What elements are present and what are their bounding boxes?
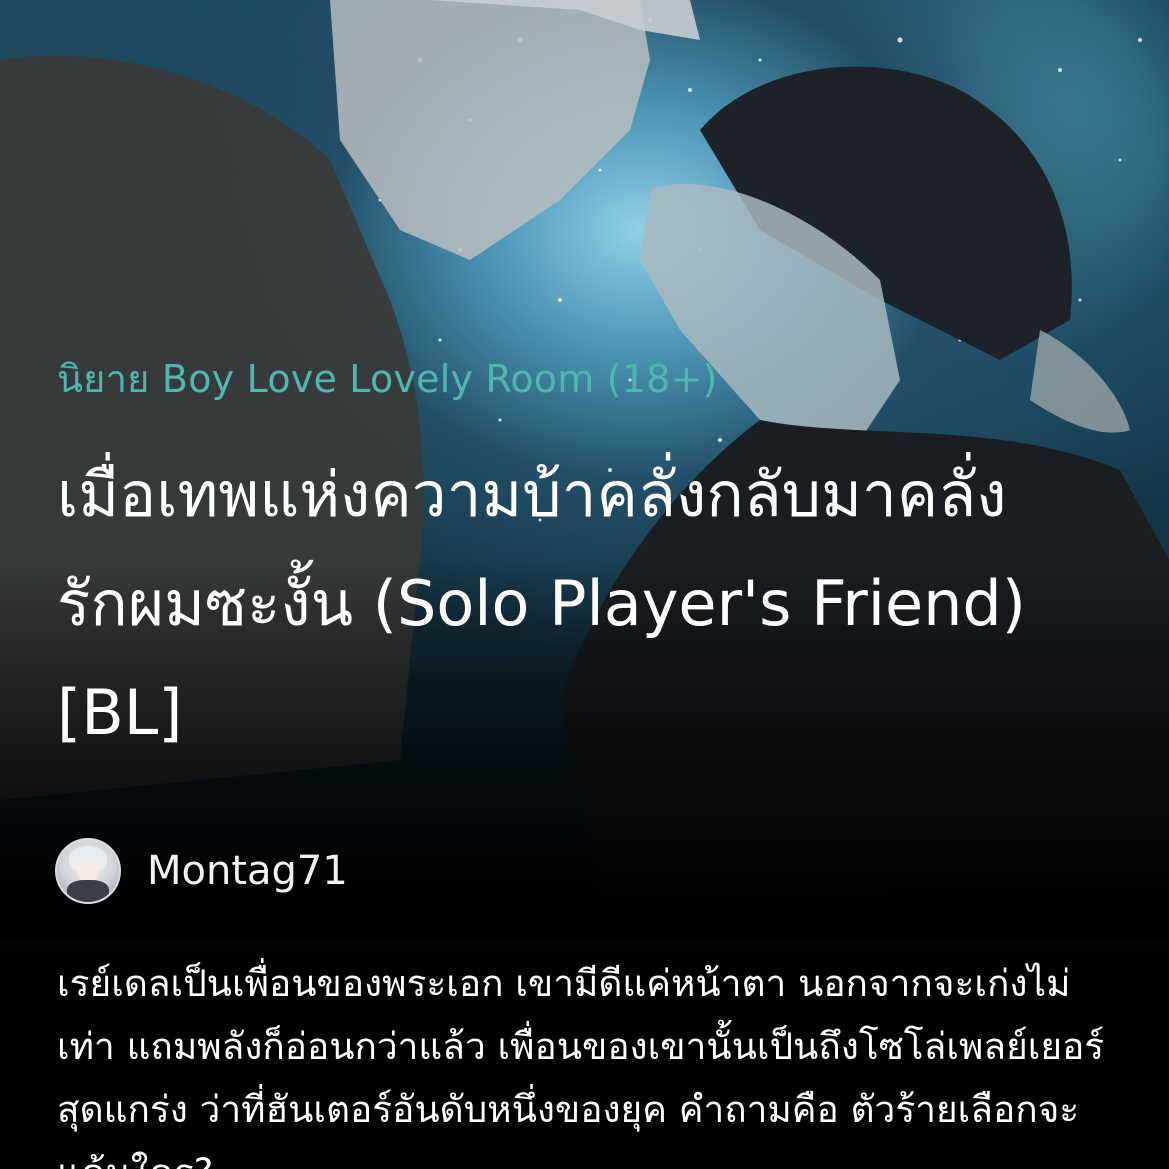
hand <box>1030 330 1130 433</box>
novel-detail-page: นิยาย Boy Love Lovely Room (18+) เมื่อเท… <box>0 0 1169 1169</box>
avatar-face <box>77 862 99 882</box>
left-figure-face <box>330 0 650 260</box>
author-row[interactable]: Montag71 <box>55 838 348 904</box>
novel-description: เรย์เดลเป็นเพื่อนของพระเอก เขามีดีแค่หน้… <box>57 962 1105 1169</box>
author-name[interactable]: Montag71 <box>147 848 348 894</box>
novel-title: เมื่อเทพแห่งความบ้าคลั่งกลับมาคลั่งรักผม… <box>57 458 1026 749</box>
avatar-body <box>67 880 109 902</box>
avatar-icon[interactable] <box>55 838 121 904</box>
novel-category[interactable]: นิยาย Boy Love Lovely Room (18+) <box>57 348 718 409</box>
